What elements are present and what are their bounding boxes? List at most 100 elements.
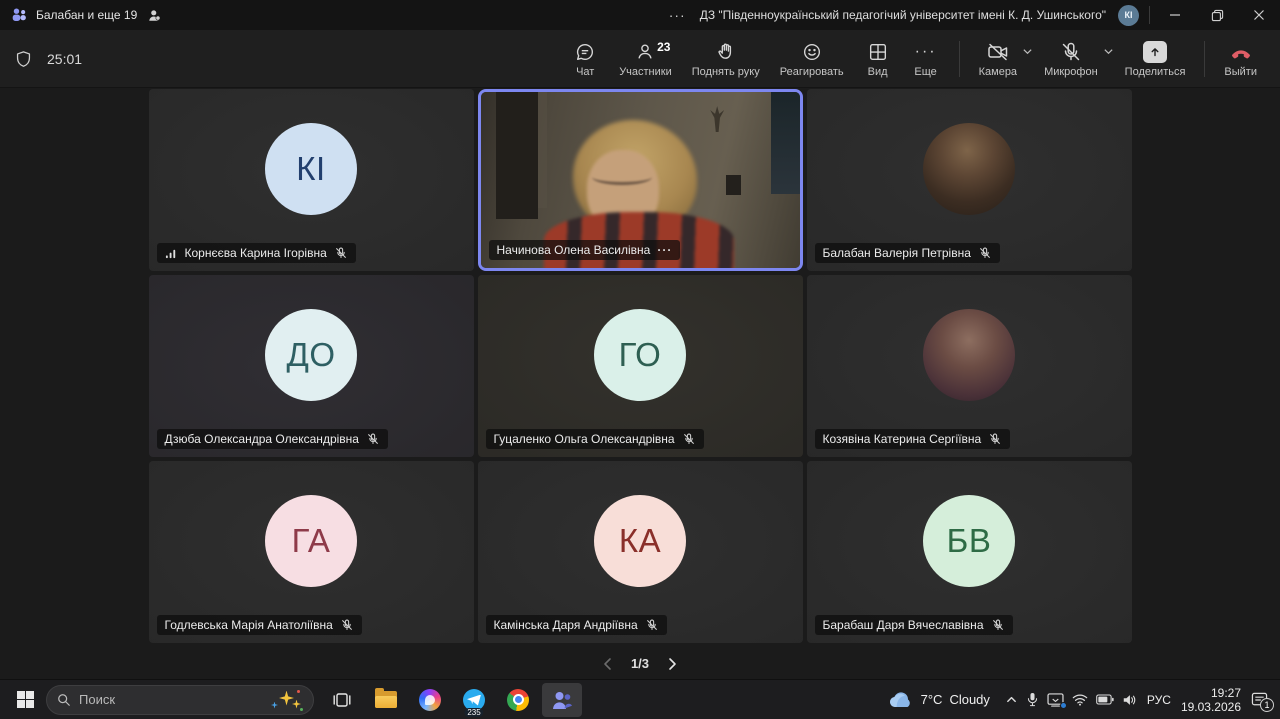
close-button[interactable] [1238,0,1280,30]
next-page-chevron-icon[interactable] [665,657,679,671]
more-button[interactable]: ··· Еще [903,36,949,82]
participant-name-pill: Начинова Олена Василівна ··· [489,240,681,260]
taskbar-apps: 235 [322,683,582,717]
weather-widget[interactable]: 7°C Cloudy [882,689,996,711]
participants-count-icon [147,8,162,23]
grid-pagination: 1/3 [0,656,1280,671]
mic-muted-icon [645,618,659,632]
tray-cast-icon[interactable] [1047,693,1064,707]
telegram-button[interactable]: 235 [454,683,494,717]
initials-avatar: КА [594,495,686,587]
clock-date: 19.03.2026 [1181,700,1241,714]
tile-more-menu[interactable]: ··· [657,243,672,257]
raise-hand-icon [715,40,737,64]
audio-level-icon [165,247,178,260]
tray-wifi-icon[interactable] [1072,693,1088,706]
page-indicator: 1/3 [631,656,649,671]
participant-name-pill: Корнєєва Карина Ігорівна [157,243,356,263]
meeting-timer: 25:01 [47,51,82,67]
participant-name: Балабан Валерія Петрівна [823,246,971,260]
participants-grid: КІ Корнєєва Карина Ігорівна Начинова Оле… [149,89,1132,643]
toolbar-divider [959,41,960,77]
participant-tile[interactable]: КА Камінська Даря Андріївна [478,461,803,643]
chat-icon [574,40,596,64]
chat-button[interactable]: Чат [562,36,608,82]
smiley-icon [801,40,823,64]
tray-microphone-icon[interactable] [1026,692,1039,707]
chrome-button[interactable] [498,683,538,717]
file-explorer-button[interactable] [366,683,406,717]
language-indicator[interactable]: РУС [1145,693,1173,707]
more-label: Еще [914,66,936,78]
copilot-button[interactable] [410,683,450,717]
view-button[interactable]: Вид [855,36,901,82]
photo-avatar [923,123,1015,215]
mic-muted-icon [682,432,696,446]
share-button[interactable]: Поделиться [1116,36,1195,82]
cast-active-dot [1060,702,1067,709]
tray-battery-icon[interactable] [1096,694,1114,705]
participant-tile[interactable]: ДО Дзюба Олександра Олександрівна [149,275,474,457]
meeting-title: ДЗ "Південноукраїнський педагогічий унів… [700,8,1106,22]
minimize-button[interactable] [1154,0,1196,30]
mic-muted-icon [366,432,380,446]
mic-off-icon [1059,40,1083,64]
participant-name: Годлевська Марія Анатоліївна [165,618,333,632]
initials-avatar: КІ [265,123,357,215]
participant-tile[interactable]: КІ Корнєєва Карина Ігорівна [149,89,474,271]
share-label: Поделиться [1125,66,1186,78]
notification-center-button[interactable]: 1 [1251,692,1272,708]
weather-condition: Cloudy [949,692,989,707]
participant-tile-active-speaker[interactable]: Начинова Олена Василівна ··· [478,89,803,271]
participant-name: Гуцаленко Ольга Олександрівна [494,432,675,446]
leave-button[interactable]: Выйти [1215,36,1266,82]
tray-chevron-up-icon[interactable] [1005,693,1018,706]
search-input[interactable] [79,692,269,707]
camera-label: Камера [979,66,1017,78]
participants-count-badge: 23 [657,40,670,54]
prev-page-chevron-icon[interactable] [601,657,615,671]
clock[interactable]: 19:27 19.03.2026 [1181,686,1241,714]
participant-name: Корнєєва Карина Ігорівна [185,246,327,260]
participant-tile[interactable]: ГА Годлевська Марія Анатоліївна [149,461,474,643]
participant-name-pill: Камінська Даря Андріївна [486,615,667,635]
initials-avatar: БВ [923,495,1015,587]
windows-logo-icon [17,691,34,708]
tray-speaker-icon[interactable] [1122,693,1137,707]
react-label: Реагировать [780,66,844,78]
participant-name: Камінська Даря Андріївна [494,618,638,632]
weather-temp: 7°C [921,692,943,707]
participant-tile[interactable]: Козявіна Катерина Сергіївна [807,275,1132,457]
photo-avatar [923,309,1015,401]
teams-app-icon [10,6,28,24]
restore-button[interactable] [1196,0,1238,30]
task-view-icon [332,690,352,710]
participants-button[interactable]: 23 Участники [610,36,681,82]
meeting-stage: КІ Корнєєва Карина Ігорівна Начинова Оле… [0,88,1280,679]
meeting-timer-group: 25:01 [14,49,82,69]
chat-label: Чат [576,66,594,78]
participant-tile[interactable]: Балабан Валерія Петрівна [807,89,1132,271]
task-view-button[interactable] [322,683,362,717]
search-icon [57,693,71,707]
device-controls: Камера Микрофон Поделиться [970,36,1195,82]
share-icon [1143,40,1167,64]
react-button[interactable]: Реагировать [771,36,853,82]
search-highlights-icon [269,688,303,712]
taskbar-search[interactable] [46,685,314,715]
mic-muted-icon [991,618,1005,632]
teams-taskbar-button[interactable] [542,683,582,717]
participant-tile[interactable]: БВ Барабаш Даря Вячеславівна [807,461,1132,643]
titlebar-overflow-menu[interactable]: ··· [655,7,700,23]
participants-label: Участники [619,66,672,78]
start-button[interactable] [8,683,42,717]
system-tray: РУС 19:27 19.03.2026 1 [1005,686,1272,714]
camera-button[interactable]: Камера [970,36,1026,82]
raise-hand-button[interactable]: Поднять руку [683,36,769,82]
teams-icon [550,689,574,711]
participant-tile[interactable]: ГО Гуцаленко Ольга Олександрівна [478,275,803,457]
participant-name: Начинова Олена Василівна [497,243,651,257]
account-avatar[interactable]: КІ [1118,5,1139,26]
initials-avatar: ГА [265,495,357,587]
microphone-button[interactable]: Микрофон [1035,36,1107,82]
